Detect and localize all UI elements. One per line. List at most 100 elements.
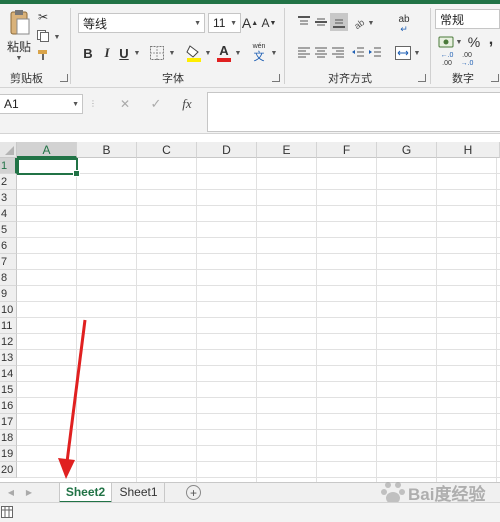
chevron-down-icon[interactable]: ▼ — [230, 20, 237, 27]
copy-icon[interactable] — [36, 29, 50, 43]
copy-dropdown-icon[interactable]: ▼ — [53, 33, 61, 41]
borders-icon[interactable] — [149, 45, 165, 61]
cell-area[interactable] — [17, 158, 500, 482]
tab-scroll-left-icon[interactable]: ◀ — [6, 486, 16, 498]
row-header-6[interactable]: 6 — [0, 238, 17, 254]
italic-button[interactable]: I — [99, 44, 115, 62]
clipboard-launcher-icon[interactable] — [60, 74, 68, 82]
accounting-dropdown-icon[interactable]: ▼ — [455, 38, 463, 46]
cancel-icon[interactable]: ✕ — [116, 96, 134, 112]
column-header-d[interactable]: D — [197, 142, 257, 158]
formula-input[interactable] — [207, 92, 500, 132]
enter-icon[interactable]: ✓ — [147, 96, 165, 112]
row-header-3[interactable]: 3 — [0, 190, 17, 206]
orientation-dropdown-icon[interactable]: ▼ — [367, 19, 375, 27]
phonetic-guide-icon[interactable]: wén 文 — [249, 42, 269, 64]
bottom-align-icon[interactable] — [330, 13, 348, 31]
increase-decimal-icon[interactable]: ←.0.00 — [437, 51, 457, 69]
column-header-b[interactable]: B — [77, 142, 137, 158]
wrap-text-icon[interactable]: ab ↵ — [394, 14, 414, 34]
column-header-h[interactable]: H — [437, 142, 500, 158]
middle-align-icon[interactable] — [313, 14, 329, 30]
comma-button[interactable]: , — [485, 31, 497, 49]
add-sheet-glyph: + — [189, 485, 197, 500]
row-header-15[interactable]: 15 — [0, 382, 17, 398]
paste-button-label[interactable]: 粘贴 — [4, 39, 34, 54]
separator — [284, 8, 285, 84]
row-header-12[interactable]: 12 — [0, 334, 17, 350]
row-header-9[interactable]: 9 — [0, 286, 17, 302]
active-cell-a1[interactable] — [17, 158, 80, 177]
row-header-1[interactable]: 1 — [0, 158, 17, 174]
number-format-select[interactable]: 常规 — [435, 9, 500, 29]
column-header-c[interactable]: C — [137, 142, 197, 158]
tab-scroll-right-icon[interactable]: ▶ — [24, 486, 34, 498]
fill-color-icon[interactable] — [185, 43, 203, 63]
macro-record-icon[interactable] — [0, 505, 14, 519]
top-align-icon[interactable] — [296, 14, 312, 30]
grow-font-glyph: A — [241, 15, 252, 31]
borders-dropdown-icon[interactable]: ▼ — [168, 49, 176, 57]
row-header-16[interactable]: 16 — [0, 398, 17, 414]
row-header-13[interactable]: 13 — [0, 350, 17, 366]
column-header-a[interactable]: A — [17, 142, 77, 158]
row-header-4[interactable]: 4 — [0, 206, 17, 222]
underline-button[interactable]: U — [116, 44, 132, 62]
sheet-tab-sheet1[interactable]: Sheet1 — [113, 483, 165, 503]
decrease-indent-icon[interactable] — [350, 45, 366, 61]
row-header-14[interactable]: 14 — [0, 366, 17, 382]
more-options-icon[interactable]: ⋮ — [89, 96, 97, 112]
format-painter-icon[interactable] — [36, 48, 50, 62]
paste-dropdown-icon[interactable]: ▼ — [14, 54, 24, 62]
align-left-icon[interactable] — [296, 45, 312, 61]
orientation-icon[interactable]: ab — [351, 14, 367, 30]
phonetic-dropdown-icon[interactable]: ▼ — [270, 49, 278, 57]
name-box-value: A1 — [4, 97, 19, 111]
add-sheet-icon[interactable]: + — [186, 485, 201, 500]
chevron-down-icon[interactable]: ▼ — [194, 20, 201, 27]
row-header-8[interactable]: 8 — [0, 270, 17, 286]
font-launcher-icon[interactable] — [272, 74, 280, 82]
column-header-g[interactable]: G — [377, 142, 437, 158]
font-color-dropdown-icon[interactable]: ▼ — [234, 49, 242, 57]
align-right-icon[interactable] — [330, 45, 346, 61]
decrease-decimal-icon[interactable]: .00 →.0 — [457, 51, 477, 69]
insert-function-icon[interactable]: fx — [178, 96, 196, 112]
row-header-5[interactable]: 5 — [0, 222, 17, 238]
name-box[interactable]: A1 ▼ — [0, 94, 83, 114]
column-header-f[interactable]: F — [317, 142, 377, 158]
shrink-font-button[interactable]: A ▼ — [262, 14, 277, 32]
merge-center-icon[interactable] — [394, 45, 412, 61]
alignment-launcher-icon[interactable] — [418, 74, 426, 82]
font-size-select[interactable]: 11 ▼ — [208, 13, 241, 33]
number-launcher-icon[interactable] — [491, 74, 499, 82]
underline-dropdown-icon[interactable]: ▼ — [133, 49, 141, 57]
column-header-e[interactable]: E — [257, 142, 317, 158]
wrap-text-glyph: ab — [398, 13, 410, 25]
row-header-19[interactable]: 19 — [0, 446, 17, 462]
increase-indent-icon[interactable] — [367, 45, 383, 61]
row-header-11[interactable]: 11 — [0, 318, 17, 334]
row-header-7[interactable]: 7 — [0, 254, 17, 270]
merge-dropdown-icon[interactable]: ▼ — [413, 49, 421, 57]
accounting-format-icon[interactable] — [437, 34, 455, 50]
select-all-button[interactable] — [0, 142, 17, 158]
percent-button[interactable]: % — [466, 33, 482, 51]
sheet-tab-sheet2[interactable]: Sheet2 — [59, 483, 112, 503]
row-header-2[interactable]: 2 — [0, 174, 17, 190]
separator — [70, 8, 71, 84]
font-name-select[interactable]: 等线 ▼ — [78, 13, 205, 33]
bold-button[interactable]: B — [80, 44, 96, 62]
ribbon: 粘贴 ▼ ✂ ▼ 剪贴板 等线 ▼ 11 ▼ A ▲ A ▼ B I U ▼ ▼ ▼… — [0, 4, 500, 88]
fill-color-dropdown-icon[interactable]: ▼ — [204, 49, 212, 57]
chevron-down-icon[interactable]: ▼ — [72, 101, 79, 108]
align-center-icon[interactable] — [313, 45, 329, 61]
row-header-18[interactable]: 18 — [0, 430, 17, 446]
row-header-20[interactable]: 20 — [0, 462, 17, 478]
cut-icon[interactable]: ✂ — [36, 10, 50, 24]
paste-icon[interactable] — [6, 8, 32, 38]
font-color-icon[interactable]: A — [215, 43, 233, 63]
row-header-10[interactable]: 10 — [0, 302, 17, 318]
grow-font-button[interactable]: A ▲ — [241, 14, 258, 32]
row-header-17[interactable]: 17 — [0, 414, 17, 430]
